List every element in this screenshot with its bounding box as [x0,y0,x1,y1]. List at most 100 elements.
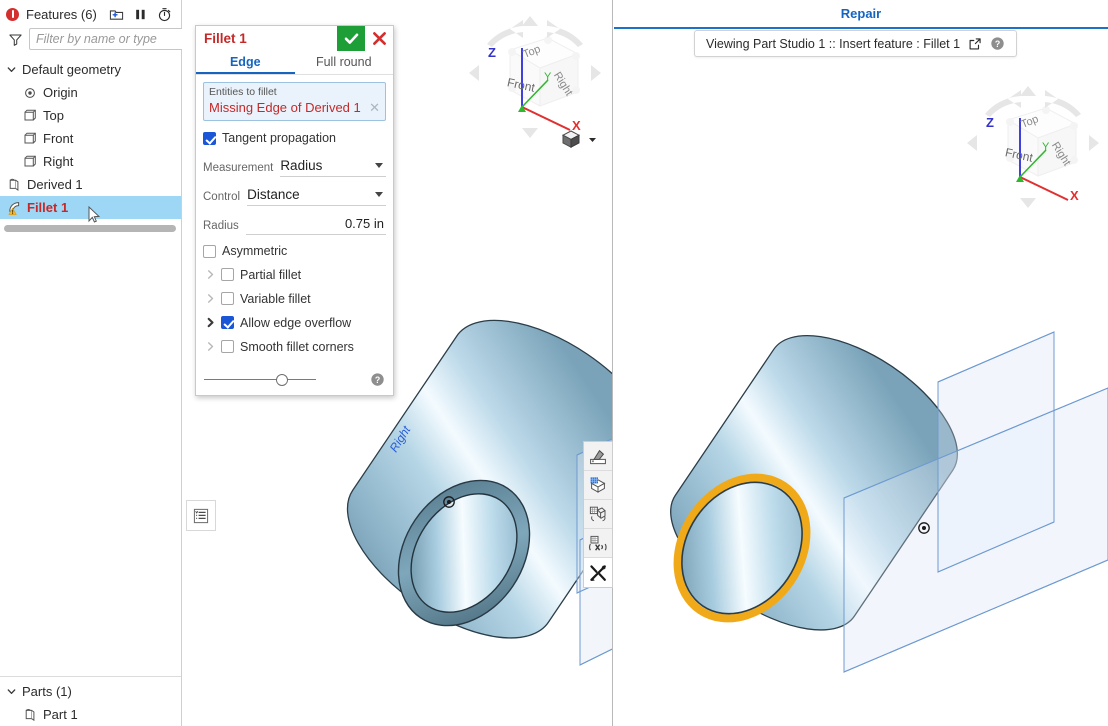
help-circle-icon[interactable]: ? [370,372,385,387]
display-style-button[interactable] [560,128,598,150]
asymmetric-row[interactable]: Asymmetric [203,242,386,260]
variable-fillet-checkbox[interactable] [221,292,234,305]
shaded-cube-icon [560,128,582,150]
chevron-right-icon[interactable] [203,293,215,304]
chevron-right-icon[interactable] [203,341,215,352]
partial-fillet-checkbox[interactable] [221,268,234,281]
pause-icon[interactable] [133,7,148,22]
fillet-dialog-body: Entities to fillet Missing Edge of Deriv… [196,75,393,365]
feature-tree: Default geometry Origin [0,56,181,219]
derived-icon [6,177,22,193]
error-circle-icon [6,8,19,21]
measure-icon[interactable] [584,500,612,529]
chevron-down-icon[interactable] [375,192,383,197]
chevron-right-icon[interactable] [203,317,215,328]
fillet-dialog-tabs: Edge Full round [196,51,393,75]
radius-value: 0.75 in [246,216,386,231]
plane-icon [22,154,38,170]
tree-item-front[interactable]: Front [0,127,181,150]
tree-item-top[interactable]: Top [0,104,181,127]
tree-item-label: Origin [43,85,78,100]
chevron-down-icon[interactable] [6,686,17,697]
close-x-icon[interactable]: ✕ [365,100,380,116]
tab-edge[interactable]: Edge [196,51,295,74]
checkmark-icon [343,30,360,47]
tree-item-label: Derived 1 [27,177,83,192]
list-panel-icon [192,507,210,525]
features-title: Features (6) [26,7,97,22]
entities-value: Missing Edge of Derived 1 [209,99,365,116]
parts-item-part-1[interactable]: Part 1 [0,703,181,726]
tree-item-derived-1[interactable]: Derived 1 [0,173,181,196]
entities-caption: Entities to fillet [209,86,380,99]
tree-item-right[interactable]: Right [0,150,181,173]
origin-icon [22,85,38,101]
viewport-list-button[interactable] [186,500,216,531]
tree-item-origin[interactable]: Origin [0,81,181,104]
radius-label: Radius [203,220,239,235]
feature-tree-panel: Features (6) [0,0,182,726]
new-folder-icon[interactable] [109,7,124,22]
smooth-fillet-corners-checkbox[interactable] [221,340,234,353]
svg-text:?: ? [375,375,380,385]
asymmetric-checkbox[interactable] [203,245,216,258]
radius-input[interactable]: 0.75 in [246,213,386,235]
fillet-dialog-header: Fillet 1 [196,26,393,51]
allow-edge-overflow-checkbox[interactable] [221,316,234,329]
tree-item-label: Front [43,131,73,146]
measurement-row: Measurement Radius [203,152,386,177]
filter-row [0,26,181,56]
measurement-label: Measurement [203,162,273,177]
right-viewport[interactable]: Repair Viewing Part Studio 1 :: Insert f… [614,0,1108,726]
partial-fillet-label: Partial fillet [240,268,301,282]
radius-row: Radius 0.75 in [203,210,386,235]
slider-knob[interactable] [276,374,288,386]
parts-header[interactable]: Parts (1) [0,680,181,703]
chevron-down-icon[interactable] [375,163,383,168]
tab-full-round[interactable]: Full round [295,51,394,74]
control-label: Control [203,191,240,206]
filter-input[interactable] [29,28,206,50]
variable-fillet-row[interactable]: Variable fillet [203,289,386,308]
smooth-fillet-corners-row[interactable]: Smooth fillet corners [203,337,386,356]
control-row: Control Distance [203,181,386,206]
chevron-down-icon[interactable] [6,64,17,75]
cancel-button[interactable] [365,26,393,51]
dialog-opacity-slider[interactable] [204,373,316,387]
variable-fillet-label: Variable fillet [240,292,311,306]
entities-to-fillet-field[interactable]: Entities to fillet Missing Edge of Deriv… [203,82,386,121]
fillet-dialog-footer: ? [196,365,393,395]
accept-button[interactable] [337,26,365,51]
measurement-select[interactable]: Radius [280,155,386,177]
chevron-right-icon[interactable] [203,269,215,280]
appearance-icon[interactable] [584,442,612,471]
right-model-canvas[interactable] [614,0,1108,726]
viewport-toolbar [583,441,613,588]
tree-item-label: Default geometry [22,62,121,77]
partial-fillet-row[interactable]: Partial fillet [203,265,386,284]
tangent-propagation-label: Tangent propagation [222,131,336,145]
tangent-propagation-row[interactable]: Tangent propagation [203,129,386,147]
section-view-icon[interactable] [584,471,612,500]
parts-item-label: Part 1 [43,707,78,722]
allow-edge-overflow-row[interactable]: Allow edge overflow [203,313,386,332]
tangent-propagation-checkbox[interactable] [203,132,216,145]
control-select[interactable]: Distance [247,184,386,206]
stopwatch-icon[interactable] [157,7,172,22]
tools-icon[interactable] [584,558,612,587]
feature-tree-scrollbar[interactable] [4,225,176,232]
asymmetric-label: Asymmetric [222,244,287,258]
slider-track [204,379,316,381]
tree-item-default-geometry[interactable]: Default geometry [0,58,181,81]
tree-item-label: Right [43,154,73,169]
chevron-down-icon[interactable] [587,134,598,145]
mass-properties-icon[interactable] [584,529,612,558]
control-value: Distance [247,187,375,202]
close-x-icon [372,31,387,46]
funnel-icon[interactable] [8,32,23,47]
part-icon [22,707,38,723]
plane-icon [22,108,38,124]
plane-icon [22,131,38,147]
tree-item-label: Fillet 1 [27,200,68,215]
allow-edge-overflow-label: Allow edge overflow [240,316,351,330]
